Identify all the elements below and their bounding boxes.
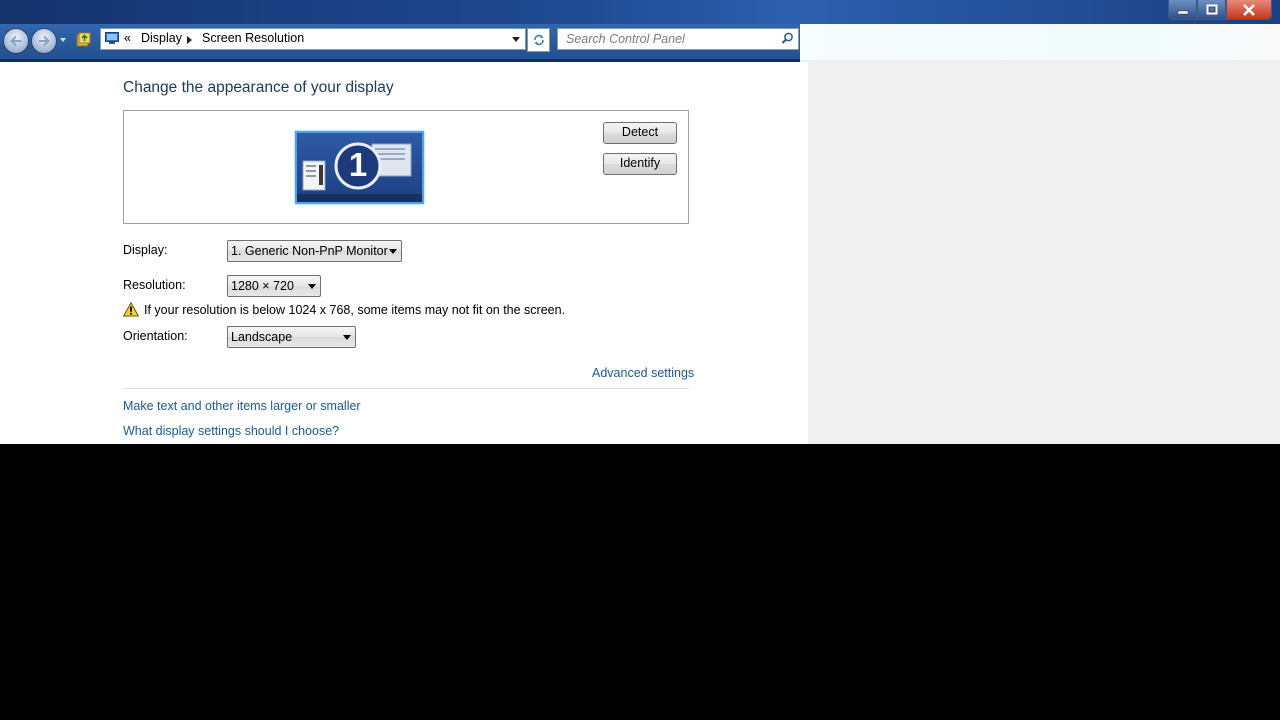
forward-button[interactable] [31,28,57,54]
orientation-select-value: Landscape [231,330,293,344]
window-controls [1168,0,1272,20]
display-label: Display: [123,243,168,257]
close-button[interactable] [1226,0,1272,20]
orientation-select[interactable]: Landscape [227,326,356,348]
folder-up-icon[interactable] [76,31,92,47]
control-panel-icon [105,32,119,44]
breadcrumb-overflow[interactable]: « [124,31,131,45]
breadcrumb-separator-icon[interactable] [187,36,192,44]
refresh-icon [533,34,544,46]
back-arrow-icon [10,35,21,47]
minimize-button[interactable] [1168,0,1197,20]
background-band [800,24,1280,60]
advanced-settings-link[interactable]: Advanced settings [592,366,694,380]
orientation-label: Orientation: [123,329,188,343]
chevron-down-icon [343,335,351,340]
close-icon [1243,3,1255,16]
search-input[interactable]: Search Control Panel [566,32,685,46]
chevron-down-icon [308,284,316,289]
forward-arrow-icon [39,35,50,47]
restore-button[interactable] [1197,0,1226,20]
monitor-preview-area: 1 Detect Identify [123,110,689,224]
minimize-icon [1177,10,1188,14]
resolution-warning: If your resolution is below 1024 x 768, … [123,302,565,317]
resolution-select-value: 1280 × 720 [231,279,294,293]
text-size-link[interactable]: Make text and other items larger or smal… [123,399,361,413]
window-titlebar [0,0,1280,24]
chevron-down-icon [512,36,520,42]
restore-icon [1206,4,1217,15]
monitor-1-thumbnail[interactable]: 1 [295,131,424,204]
identify-button[interactable]: Identify [603,153,677,175]
breadcrumb-screen-resolution[interactable]: Screen Resolution [202,31,304,45]
navigation-bar: « Display Screen Resolution Search Contr… [0,24,800,62]
refresh-button[interactable] [527,28,550,52]
warning-icon [123,302,139,317]
search-box[interactable]: Search Control Panel [557,28,799,50]
breadcrumb-display[interactable]: Display [141,31,182,45]
search-icon[interactable] [781,32,794,45]
display-settings-help-link[interactable]: What display settings should I choose? [123,424,339,438]
detect-button[interactable]: Detect [603,122,677,144]
address-dropdown-button[interactable] [509,29,523,49]
display-select-value: 1. Generic Non-PnP Monitor [231,244,388,258]
resolution-label: Resolution: [123,278,186,292]
page-title: Change the appearance of your display [123,79,394,96]
back-button[interactable] [3,28,29,54]
chevron-down-icon [389,249,397,254]
warning-text: If your resolution is below 1024 x 768, … [144,302,566,317]
screen-resolution-panel: Change the appearance of your display 1 … [0,62,808,444]
display-select[interactable]: 1. Generic Non-PnP Monitor [227,240,402,262]
background-window-area [800,24,1280,444]
resolution-select[interactable]: 1280 × 720 [227,275,321,297]
divider [123,388,689,389]
monitor-number: 1 [348,146,368,183]
address-bar[interactable]: « Display Screen Resolution [100,28,526,50]
recent-pages-dropdown[interactable] [60,38,66,42]
